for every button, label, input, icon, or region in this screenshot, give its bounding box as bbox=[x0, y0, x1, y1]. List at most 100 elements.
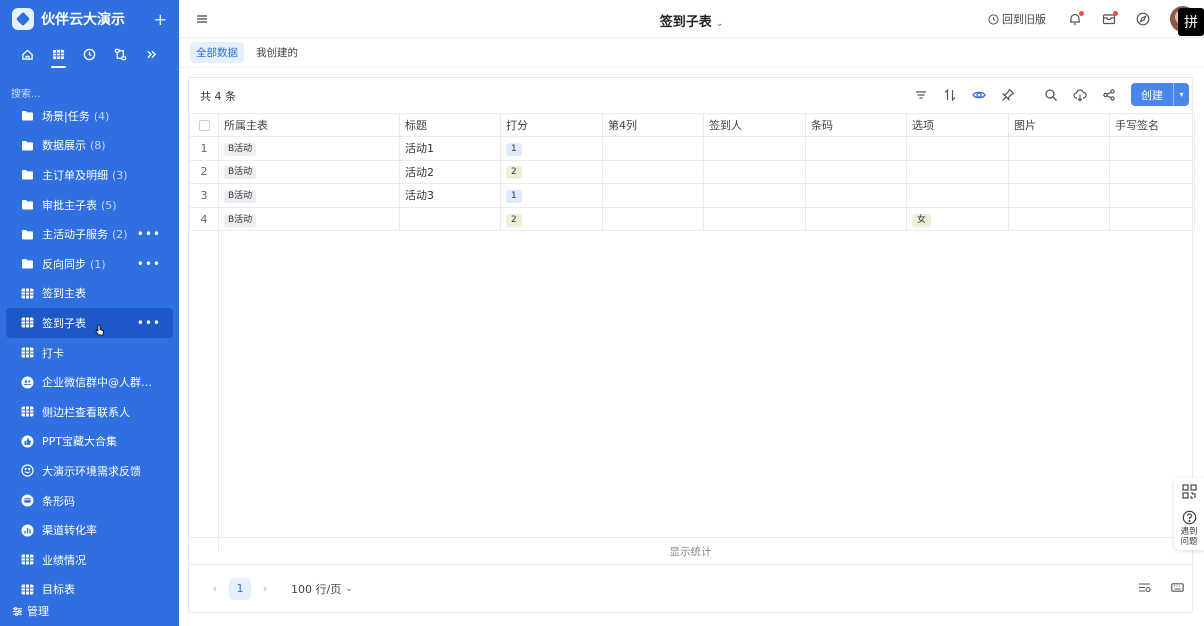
workflow-icon[interactable] bbox=[105, 40, 136, 68]
signer-cell[interactable] bbox=[703, 206, 806, 232]
sidebar-item[interactable]: 大演示环境需求反馈 bbox=[6, 456, 173, 486]
bell-icon[interactable] bbox=[1068, 11, 1084, 26]
title-cell[interactable] bbox=[399, 206, 501, 232]
option-cell[interactable] bbox=[906, 136, 1009, 161]
column-header[interactable]: 第4列 bbox=[602, 113, 704, 137]
barcode-cell[interactable] bbox=[805, 159, 907, 185]
qr-code-icon[interactable] bbox=[1181, 484, 1197, 499]
sidebar-item[interactable]: 签到主表 bbox=[6, 279, 173, 309]
parent-tag[interactable]: B活动 bbox=[224, 213, 257, 227]
sort-icon[interactable] bbox=[943, 88, 957, 102]
barcode-cell[interactable] bbox=[805, 136, 907, 161]
sidebar-item[interactable]: PPT宝藏大合集 bbox=[6, 427, 173, 457]
barcode-cell[interactable] bbox=[805, 183, 907, 208]
sidebar-item[interactable]: 数据展示 (8) bbox=[6, 131, 173, 161]
help-icon[interactable] bbox=[1182, 510, 1197, 525]
create-button-label[interactable]: 创建 bbox=[1131, 83, 1173, 106]
old-version-button[interactable]: 回到旧版 bbox=[988, 11, 1046, 27]
score-cell[interactable]: 1 bbox=[500, 183, 603, 208]
title-cell[interactable]: 活动2 bbox=[399, 159, 501, 185]
column-header[interactable]: 签到人 bbox=[703, 113, 806, 137]
table-row[interactable]: 4 B活动 2 女 bbox=[189, 206, 1195, 232]
sidebar-item[interactable]: 条形码 bbox=[6, 486, 173, 516]
sidebar-manage-button[interactable]: 管理 bbox=[0, 596, 179, 626]
add-icon[interactable]: + bbox=[154, 10, 167, 29]
sidebar-item[interactable]: 反向同步 (1) ••• bbox=[6, 249, 173, 279]
column-header[interactable]: 选项 bbox=[906, 113, 1009, 137]
sidebar-item[interactable]: 目标表 bbox=[6, 575, 173, 596]
image-cell[interactable] bbox=[1008, 183, 1110, 208]
col4-cell[interactable] bbox=[602, 206, 704, 232]
parent-tag[interactable]: B活动 bbox=[224, 189, 257, 203]
column-header[interactable]: 打分 bbox=[500, 113, 603, 137]
search-icon[interactable] bbox=[1044, 88, 1058, 102]
signer-cell[interactable] bbox=[703, 159, 806, 185]
parent-tag[interactable]: B活动 bbox=[224, 142, 257, 156]
rows-per-page-select[interactable]: 100 行/页 ⌄ bbox=[291, 581, 353, 597]
select-all-checkbox[interactable] bbox=[189, 113, 219, 137]
sidebar-item[interactable]: 主订单及明细 (3) bbox=[6, 160, 173, 190]
option-cell[interactable] bbox=[906, 159, 1009, 185]
create-button[interactable]: 创建 ▾ bbox=[1131, 83, 1189, 106]
option-cell[interactable]: 女 bbox=[906, 206, 1009, 232]
sidebar-item[interactable]: 侧边栏查看联系人 bbox=[6, 397, 173, 427]
column-header[interactable]: 标题 bbox=[399, 113, 501, 137]
signer-cell[interactable] bbox=[703, 136, 806, 161]
option-cell[interactable] bbox=[906, 183, 1009, 208]
signature-cell[interactable] bbox=[1109, 159, 1195, 185]
show-stats-button[interactable]: 显示统计 bbox=[189, 537, 1192, 565]
col4-cell[interactable] bbox=[602, 183, 704, 208]
score-cell[interactable]: 2 bbox=[500, 206, 603, 232]
signature-cell[interactable] bbox=[1109, 183, 1195, 208]
more-options-icon[interactable]: ••• bbox=[137, 227, 161, 241]
signature-cell[interactable] bbox=[1109, 206, 1195, 232]
parent-cell[interactable]: B活动 bbox=[218, 206, 400, 232]
title-cell[interactable]: 活动1 bbox=[399, 136, 501, 161]
sidebar-item[interactable]: 企业微信群中@人群名：演... bbox=[6, 367, 173, 397]
image-cell[interactable] bbox=[1008, 136, 1110, 161]
more-options-icon[interactable]: ••• bbox=[137, 257, 161, 271]
sidebar-item[interactable]: 主活动子服务 (2) ••• bbox=[6, 219, 173, 249]
score-cell[interactable]: 1 bbox=[500, 136, 603, 161]
parent-cell[interactable]: B活动 bbox=[218, 183, 400, 208]
table-view-icon[interactable] bbox=[43, 40, 74, 68]
signature-cell[interactable] bbox=[1109, 136, 1195, 161]
clock-icon[interactable] bbox=[74, 40, 105, 68]
page-number[interactable]: 1 bbox=[229, 577, 251, 600]
table-row[interactable]: 3 B活动 活动3 1 bbox=[189, 183, 1195, 208]
parent-cell[interactable]: B活动 bbox=[218, 159, 400, 185]
home-icon[interactable] bbox=[12, 40, 43, 68]
prev-page-icon[interactable]: ‹ bbox=[207, 582, 223, 595]
score-cell[interactable]: 2 bbox=[500, 159, 603, 185]
tab-all-data[interactable]: 全部数据 bbox=[190, 42, 244, 63]
sidebar-item[interactable]: 审批主子表 (5) bbox=[6, 190, 173, 220]
image-cell[interactable] bbox=[1008, 159, 1110, 185]
parent-cell[interactable]: B活动 bbox=[218, 136, 400, 161]
sidebar-item[interactable]: 业绩情况 bbox=[6, 545, 173, 575]
sidebar-item[interactable]: 渠道转化率 bbox=[6, 515, 173, 545]
column-header[interactable]: 条码 bbox=[805, 113, 907, 137]
sidebar-item[interactable]: 场景|任务 (4) bbox=[6, 101, 173, 131]
table-row[interactable]: 1 B活动 活动1 1 bbox=[189, 136, 1195, 161]
keyboard-icon[interactable] bbox=[1171, 581, 1184, 594]
column-header[interactable]: 手写签名 bbox=[1109, 113, 1195, 137]
table-row[interactable]: 2 B活动 活动2 2 bbox=[189, 159, 1195, 185]
signer-cell[interactable] bbox=[703, 183, 806, 208]
expand-icon[interactable] bbox=[136, 40, 167, 68]
column-header[interactable]: 所属主表 bbox=[218, 113, 400, 137]
chevron-down-icon[interactable]: ▾ bbox=[1173, 83, 1189, 106]
barcode-cell[interactable] bbox=[805, 206, 907, 232]
row-settings-icon[interactable] bbox=[1138, 581, 1151, 594]
col4-cell[interactable] bbox=[602, 136, 704, 161]
app-logo[interactable] bbox=[12, 8, 34, 30]
sidebar-item[interactable]: 签到子表 ••• bbox=[6, 308, 173, 338]
parent-tag[interactable]: B活动 bbox=[224, 166, 257, 180]
help-label[interactable]: 遇到问题 bbox=[1180, 527, 1198, 547]
col4-cell[interactable] bbox=[602, 159, 704, 185]
title-cell[interactable]: 活动3 bbox=[399, 183, 501, 208]
more-options-icon[interactable]: ••• bbox=[137, 316, 161, 330]
sidebar-item[interactable]: 打卡 bbox=[6, 338, 173, 368]
inbox-icon[interactable] bbox=[1102, 11, 1118, 26]
eye-icon[interactable] bbox=[972, 88, 986, 102]
column-header[interactable]: 图片 bbox=[1008, 113, 1110, 137]
